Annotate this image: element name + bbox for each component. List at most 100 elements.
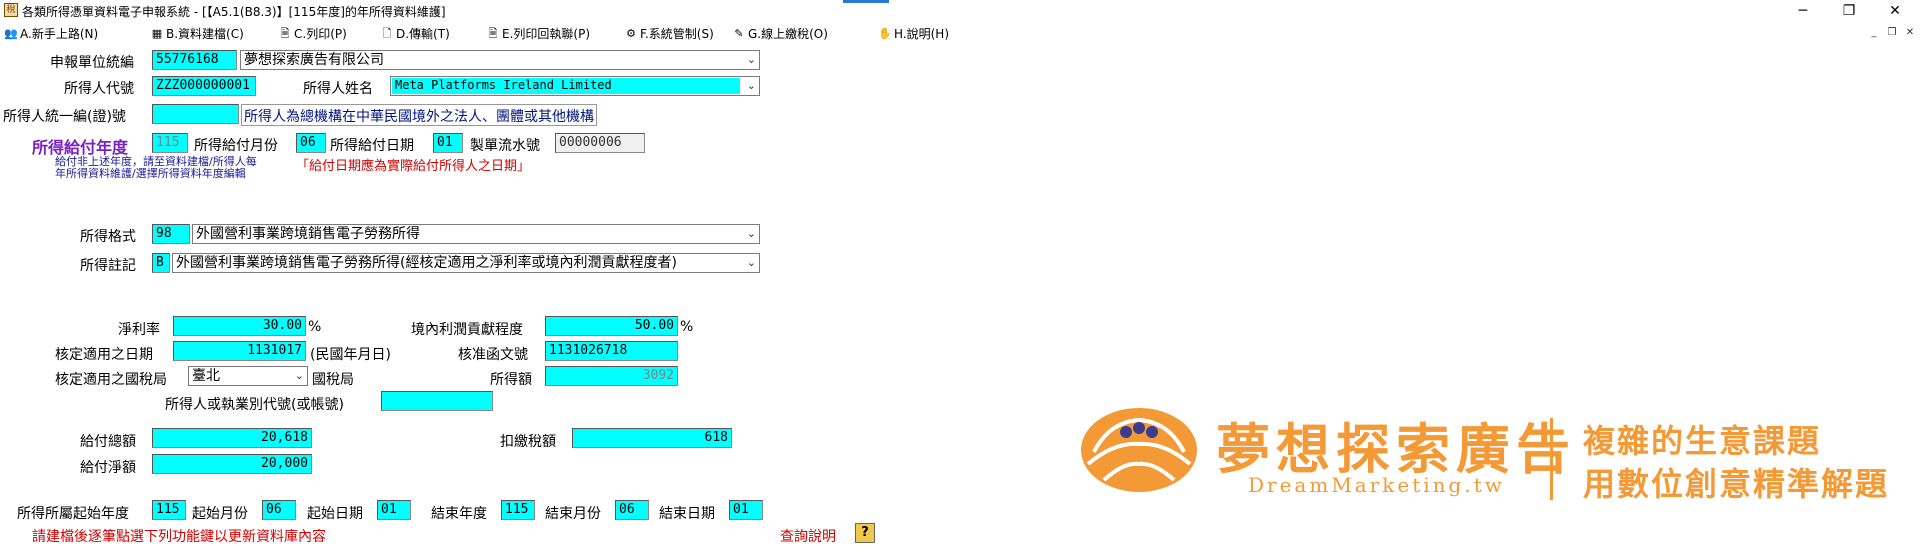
settings-icon: ⚙ (626, 26, 636, 40)
payee-code-label: 所得人代號 (64, 81, 134, 97)
menu-item-receipt[interactable]: 🗎 E.列印回執聯(P) (486, 25, 590, 42)
close-button[interactable]: ✕ (1872, 0, 1918, 22)
start-year-field[interactable]: 115 (152, 500, 186, 520)
receipt-icon: 🗎 (488, 26, 498, 40)
unit-name-select[interactable]: 夢想探索廣告有限公司 ⌄ (240, 50, 760, 70)
start-month-field[interactable]: 06 (262, 500, 296, 520)
user-guide-icon: 👥 (4, 26, 18, 40)
menu-item-data-entry[interactable]: ▦ B.資料建檔(C) (150, 25, 244, 42)
gross-label: 給付總額 (80, 434, 136, 450)
payee-type-text: 所得人為總機構在中華民國境外之法人、團體或其他機構 (241, 104, 597, 126)
pay-month-field[interactable]: 06 (296, 133, 326, 153)
gross-field[interactable]: 20,618 (152, 428, 312, 448)
pay-date-warning: 「給付日期應為實際給付所得人之日期」 (296, 159, 531, 174)
id-code-field[interactable] (381, 391, 493, 411)
withholding-field[interactable]: 618 (572, 428, 732, 448)
restore-button[interactable]: ❐ (1826, 0, 1872, 22)
serial-label: 製單流水號 (470, 138, 540, 154)
serial-field: 00000006 (555, 133, 645, 153)
payee-name-label: 所得人姓名 (303, 81, 373, 97)
unit-id-field[interactable]: 55776168 (152, 50, 237, 70)
end-month-field[interactable]: 06 (615, 500, 649, 520)
pay-date-field[interactable]: 01 (433, 133, 463, 153)
mdi-minimize-button[interactable]: _ (1866, 26, 1882, 40)
net-label: 給付淨額 (80, 460, 136, 476)
data-entry-icon: ▦ (151, 26, 163, 40)
brand-slogan-1: 複雜的生意課題 (1583, 422, 1822, 460)
payee-uid-label: 所得人統一編(證)號 (3, 109, 126, 125)
pay-year-field[interactable]: 115 (152, 133, 188, 153)
brand-slogan-2: 用數位創意精準解題 (1583, 465, 1890, 503)
transfer-icon: 🗋 (382, 26, 392, 40)
chevron-down-icon: ⌄ (746, 79, 756, 92)
pay-date-label: 所得給付日期 (330, 138, 414, 154)
minimize-button[interactable]: ─ (1780, 0, 1826, 22)
tax-bureau-label: 核定適用之國稅局 (55, 372, 167, 388)
net-rate-percent: % (308, 319, 322, 335)
income-format-code[interactable]: 98 (152, 224, 190, 244)
payee-name-value: Meta Platforms Ireland Limited (392, 78, 740, 94)
income-note-label: 所得註記 (80, 258, 136, 274)
menu-item-help[interactable]: ✋ H.說明(H) (878, 25, 949, 42)
window-title: 各類所得憑單資料電子申報系統 - [【A5.1(B8.3)】[115年度]的年所… (22, 5, 446, 19)
brand-divider (1550, 418, 1553, 500)
query-help-button[interactable]: ? (855, 523, 875, 543)
payee-code-field[interactable]: ZZZ000000001 (152, 76, 256, 96)
menu-item-transfer[interactable]: 🗋 D.傳輸(T) (380, 25, 450, 42)
start-year-label: 所得所屬起始年度 (17, 506, 129, 522)
start-month-label: 起始月份 (192, 506, 248, 522)
app-icon: 稅 (4, 3, 18, 17)
id-code-label: 所得人或執業別代號(或帳號) (165, 397, 344, 413)
income-amount-label: 所得額 (490, 372, 532, 388)
withholding-label: 扣繳稅額 (500, 434, 556, 450)
income-format-label: 所得格式 (80, 229, 136, 245)
help-icon: ✋ (878, 26, 892, 40)
online-tax-icon: ✎ (734, 26, 744, 40)
payee-name-select[interactable]: Meta Platforms Ireland Limited ⌄ (390, 76, 760, 96)
payee-uid-field[interactable] (152, 104, 239, 124)
approved-date-label: 核定適用之日期 (55, 347, 153, 363)
query-help-label[interactable]: 查詢說明 (780, 526, 836, 546)
approved-date-hint: (民國年月日) (310, 347, 391, 363)
start-date-label: 起始日期 (307, 506, 363, 522)
mdi-close-button[interactable]: ✕ (1902, 26, 1918, 40)
approval-doc-field[interactable]: 1131026718 (545, 341, 678, 361)
tax-bureau-suffix: 國稅局 (312, 372, 354, 388)
income-note-code[interactable]: B (152, 253, 170, 273)
pay-month-label: 所得給付月份 (194, 138, 278, 154)
net-field[interactable]: 20,000 (152, 454, 312, 474)
end-month-label: 結束月份 (545, 506, 601, 522)
chevron-down-icon: ⌄ (746, 256, 756, 269)
print-icon: 🗎 (280, 26, 290, 40)
income-note-select[interactable]: 外國營利事業跨境銷售電子勞務所得(經核定適用之淨利率或境內利潤貢獻程度者) ⌄ (172, 253, 760, 273)
menu-item-print[interactable]: 🗎 C.列印(P) (278, 25, 347, 42)
pay-year-note-line2: 年所得資料維護/選擇所得資料年度編輯 (55, 167, 246, 180)
footer-hint: 請建檔後逐筆點選下列功能鍵以更新資料庫內容 (32, 529, 326, 545)
menu-item-guide[interactable]: 👥 A.新手上路(N) (4, 25, 98, 42)
menu-item-settings[interactable]: ⚙ F.系統管制(S) (624, 25, 714, 42)
peony-logo-icon (1081, 408, 1197, 492)
title-bar: 稅 各類所得憑單資料電子申報系統 - [【A5.1(B8.3)】[115年度]的… (0, 0, 1920, 22)
end-year-field[interactable]: 115 (501, 500, 535, 520)
end-date-field[interactable]: 01 (729, 500, 763, 520)
brand-name-en: DreamMarketing.tw (1248, 473, 1505, 497)
tax-bureau-select[interactable]: 臺北 ⌄ (188, 366, 308, 386)
net-rate-field[interactable]: 30.00 (173, 316, 306, 336)
chevron-down-icon: ⌄ (746, 227, 756, 240)
chevron-down-icon: ⌄ (746, 53, 756, 66)
chevron-down-icon: ⌄ (294, 369, 304, 382)
title-accent (843, 0, 889, 3)
menu-bar: 👥 A.新手上路(N) ▦ B.資料建檔(C) 🗎 C.列印(P) 🗋 D.傳輸(T) … (0, 22, 1920, 44)
start-date-field[interactable]: 01 (377, 500, 411, 520)
income-format-select[interactable]: 外國營利事業跨境銷售電子勞務所得 ⌄ (192, 224, 760, 244)
menu-item-online-tax[interactable]: ✎ G.線上繳稅(O) (732, 25, 828, 42)
approved-date-field[interactable]: 1131017 (173, 341, 306, 361)
end-date-label: 結束日期 (659, 506, 715, 522)
domestic-contrib-percent: % (680, 319, 694, 335)
mdi-restore-button[interactable]: ❐ (1884, 26, 1900, 40)
income-amount-field: 3092 (545, 366, 678, 386)
end-year-label: 結束年度 (431, 506, 487, 522)
domestic-contrib-field[interactable]: 50.00 (545, 316, 678, 336)
domestic-contrib-label: 境內利潤貢獻程度 (411, 322, 523, 338)
unit-id-label: 申報單位統編 (50, 55, 134, 71)
